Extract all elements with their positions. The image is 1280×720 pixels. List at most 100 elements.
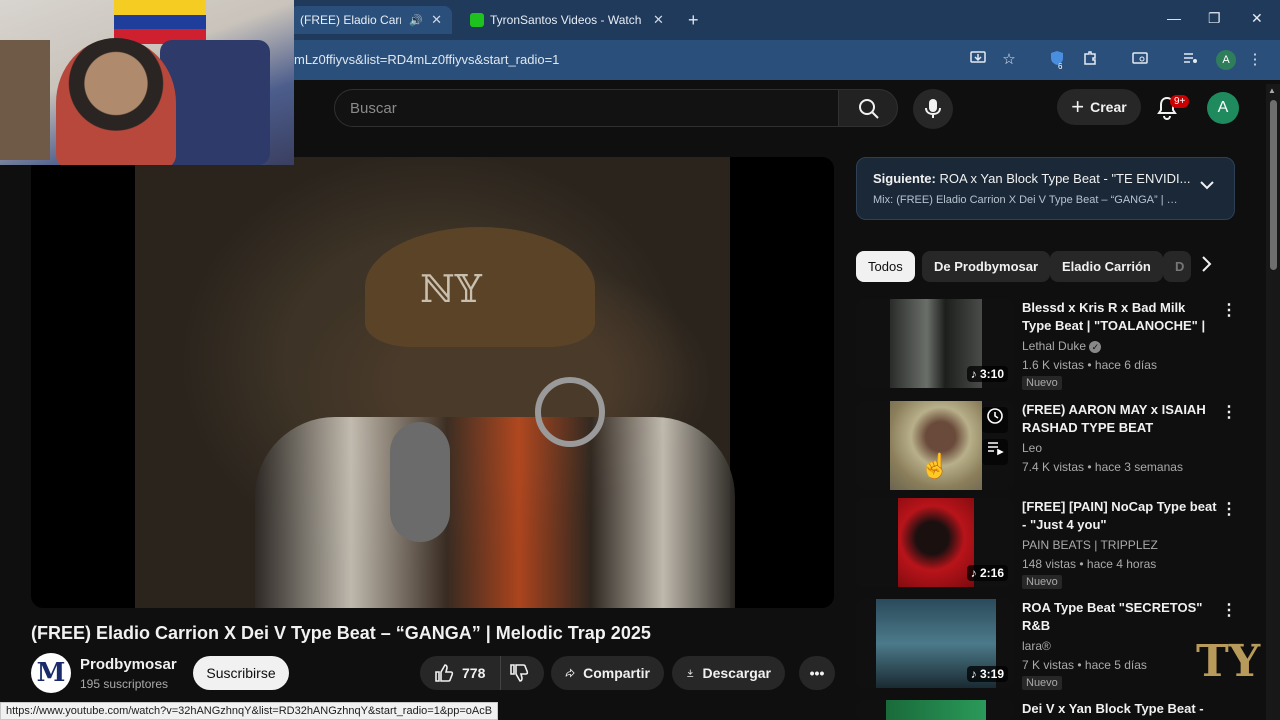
recommended-video[interactable]: Dei V x Yan Block Type Beat - — [856, 700, 1246, 720]
tab-tyronsantos[interactable]: TyronSantos Videos - Watch Or ✕ — [460, 6, 680, 34]
search-input[interactable]: Buscar — [334, 89, 839, 127]
download-button[interactable]: Descargar — [672, 656, 785, 690]
webcam-flag — [114, 0, 206, 44]
tab-search-icon[interactable] — [1130, 50, 1150, 70]
webcam-person — [56, 38, 176, 165]
subscribe-button[interactable]: Suscribirse — [193, 656, 289, 690]
add-to-queue-icon[interactable] — [982, 439, 1008, 465]
mix-title: Mix: (FREE) Eladio Carrion X Dei V Type … — [873, 194, 1185, 206]
plus-icon: + — [1071, 94, 1085, 119]
video-title[interactable]: ROA Type Beat "SECRETOS" R&B — [1022, 599, 1218, 635]
channel-name[interactable]: Prodbymosar — [80, 656, 177, 673]
chip-eladio-carrion[interactable]: Eladio Carrión — [1050, 251, 1163, 282]
video-person-shirt — [255, 417, 735, 608]
video-thumbnail[interactable]: ♪ 2:16 — [856, 498, 1014, 587]
bookmark-star-icon[interactable]: ☆ — [999, 50, 1019, 70]
kebab-menu-icon[interactable]: ⋮ — [1221, 603, 1237, 619]
video-title[interactable]: (FREE) AARON MAY x ISAIAH RASHAD TYPE BE… — [1022, 401, 1218, 437]
share-button[interactable]: Compartir — [551, 656, 664, 690]
download-icon — [687, 669, 694, 677]
channel-name[interactable]: Lethal Duke ✓ — [1022, 339, 1102, 353]
kebab-menu-icon[interactable]: ⋮ — [1221, 405, 1237, 421]
video-thumbnail[interactable]: ♪ 3:10 — [856, 299, 1014, 388]
verified-icon: ✓ — [1089, 341, 1102, 353]
browser-menu-icon[interactable]: ⋮ — [1245, 50, 1265, 70]
webcam-shelf — [0, 40, 50, 160]
account-avatar[interactable]: A — [1207, 92, 1239, 124]
minimize-icon[interactable]: — — [1167, 10, 1181, 26]
new-tab-button[interactable]: + — [688, 10, 699, 31]
recommended-video[interactable]: ♪ 3:10 Blessd x Kris R x Bad Milk Type B… — [856, 299, 1246, 391]
like-count: 778 — [462, 665, 486, 681]
extensions-puzzle-icon[interactable] — [1080, 50, 1100, 70]
close-window-icon[interactable]: ✕ — [1251, 10, 1263, 27]
search-placeholder: Buscar — [350, 100, 397, 117]
status-bar-url: https://www.youtube.com/watch?v=32hANGzh… — [0, 702, 499, 720]
close-tab-icon[interactable]: ✕ — [653, 12, 664, 28]
video-meta: 7.4 K vistas • hace 3 semanas — [1022, 460, 1183, 474]
playlist-up-next[interactable]: Siguiente: ROA x Yan Block Type Beat - "… — [856, 157, 1235, 220]
watch-later-icon[interactable] — [982, 407, 1008, 433]
video-frame: ℕ𝕐 — [135, 157, 735, 608]
video-thumbnail[interactable]: ♪ 3:19 — [856, 599, 1014, 688]
maximize-icon[interactable]: ❐ — [1208, 10, 1221, 27]
scrollbar-thumb[interactable] — [1270, 100, 1277, 270]
new-badge: Nuevo — [1022, 575, 1062, 589]
recommended-video[interactable]: ♪ 2:16 [FREE] [PAIN] NoCap Type beat - "… — [856, 498, 1246, 590]
chip-de-prodbymosar[interactable]: De Prodbymosar — [922, 251, 1051, 282]
cap-logo: ℕ𝕐 — [420, 267, 482, 311]
search-button[interactable] — [838, 89, 898, 127]
install-app-icon[interactable] — [968, 50, 988, 70]
tab-label: (FREE) Eladio Carrion X — [300, 13, 402, 27]
thumbs-up-icon — [435, 664, 454, 682]
close-tab-icon[interactable]: ✕ — [431, 12, 442, 28]
recommended-video[interactable]: (FREE) AARON MAY x ISAIAH RASHAD TYPE BE… — [856, 401, 1246, 493]
chevron-right-icon[interactable] — [1200, 255, 1212, 279]
like-button[interactable]: 778 — [420, 656, 512, 690]
video-player[interactable]: ℕ𝕐 — [31, 157, 834, 608]
share-label: Compartir — [583, 665, 650, 681]
tab-favicon-icon — [470, 13, 484, 27]
channel-name[interactable]: lara® — [1022, 639, 1051, 653]
video-headphone — [535, 377, 605, 447]
video-title[interactable]: [FREE] [PAIN] NoCap Type beat - "Just 4 … — [1022, 498, 1218, 534]
chip-todos[interactable]: Todos — [856, 251, 915, 282]
thumbs-down-icon — [509, 664, 528, 682]
media-control-icon[interactable] — [1180, 50, 1200, 70]
dislike-button[interactable] — [500, 656, 544, 690]
channel-name[interactable]: Leo — [1022, 441, 1042, 455]
video-title[interactable]: Dei V x Yan Block Type Beat - — [1022, 700, 1218, 718]
scroll-up-arrow-icon[interactable]: ▲ — [1268, 86, 1276, 95]
voice-search-button[interactable] — [913, 89, 953, 129]
url-field[interactable]: mLz0ffiyvs&list=RD4mLz0ffiyvs&start_radi… — [294, 52, 559, 67]
chevron-down-icon[interactable] — [1199, 178, 1215, 196]
download-label: Descargar — [702, 665, 772, 681]
more-actions-button[interactable]: ••• — [799, 656, 835, 690]
kebab-menu-icon[interactable]: ⋮ — [1221, 502, 1237, 518]
video-duration: ♪ 3:19 — [966, 666, 1008, 682]
audio-icon[interactable]: 🔊 — [409, 14, 423, 27]
video-thumbnail[interactable] — [856, 700, 1014, 720]
up-next-title: ROA x Yan Block Type Beat - "TE ENVIDI..… — [939, 171, 1191, 186]
channel-avatar[interactable]: M — [31, 653, 71, 693]
recommended-video[interactable]: ♪ 3:19 ROA Type Beat "SECRETOS" R&B lara… — [856, 599, 1246, 691]
webcam-chair — [160, 40, 270, 165]
video-meta: 7 K vistas • hace 5 días — [1022, 658, 1147, 672]
browser-profile-avatar[interactable]: A — [1216, 50, 1236, 70]
kebab-menu-icon[interactable]: ⋮ — [1221, 303, 1237, 319]
video-duration: ♪ 3:10 — [966, 366, 1008, 382]
search-icon — [859, 99, 879, 119]
extension-shield-icon[interactable] — [1047, 50, 1067, 70]
create-button[interactable]: + Crear — [1057, 89, 1141, 125]
streamer-logo-watermark: TY — [1196, 636, 1261, 687]
new-badge: Nuevo — [1022, 376, 1062, 390]
chip-d[interactable]: D — [1163, 251, 1191, 282]
notifications-badge: 9+ — [1170, 95, 1190, 108]
hand-cursor-icon: ☝ — [920, 453, 950, 480]
tab-youtube[interactable]: (FREE) Eladio Carrion X 🔊 ✕ — [290, 6, 452, 34]
up-next-label: Siguiente: — [873, 171, 936, 186]
channel-name[interactable]: PAIN BEATS | TRIPPLEZ — [1022, 538, 1158, 552]
create-label: Crear — [1090, 99, 1127, 115]
video-title[interactable]: Blessd x Kris R x Bad Milk Type Beat | "… — [1022, 299, 1218, 335]
video-microphone — [390, 422, 450, 542]
